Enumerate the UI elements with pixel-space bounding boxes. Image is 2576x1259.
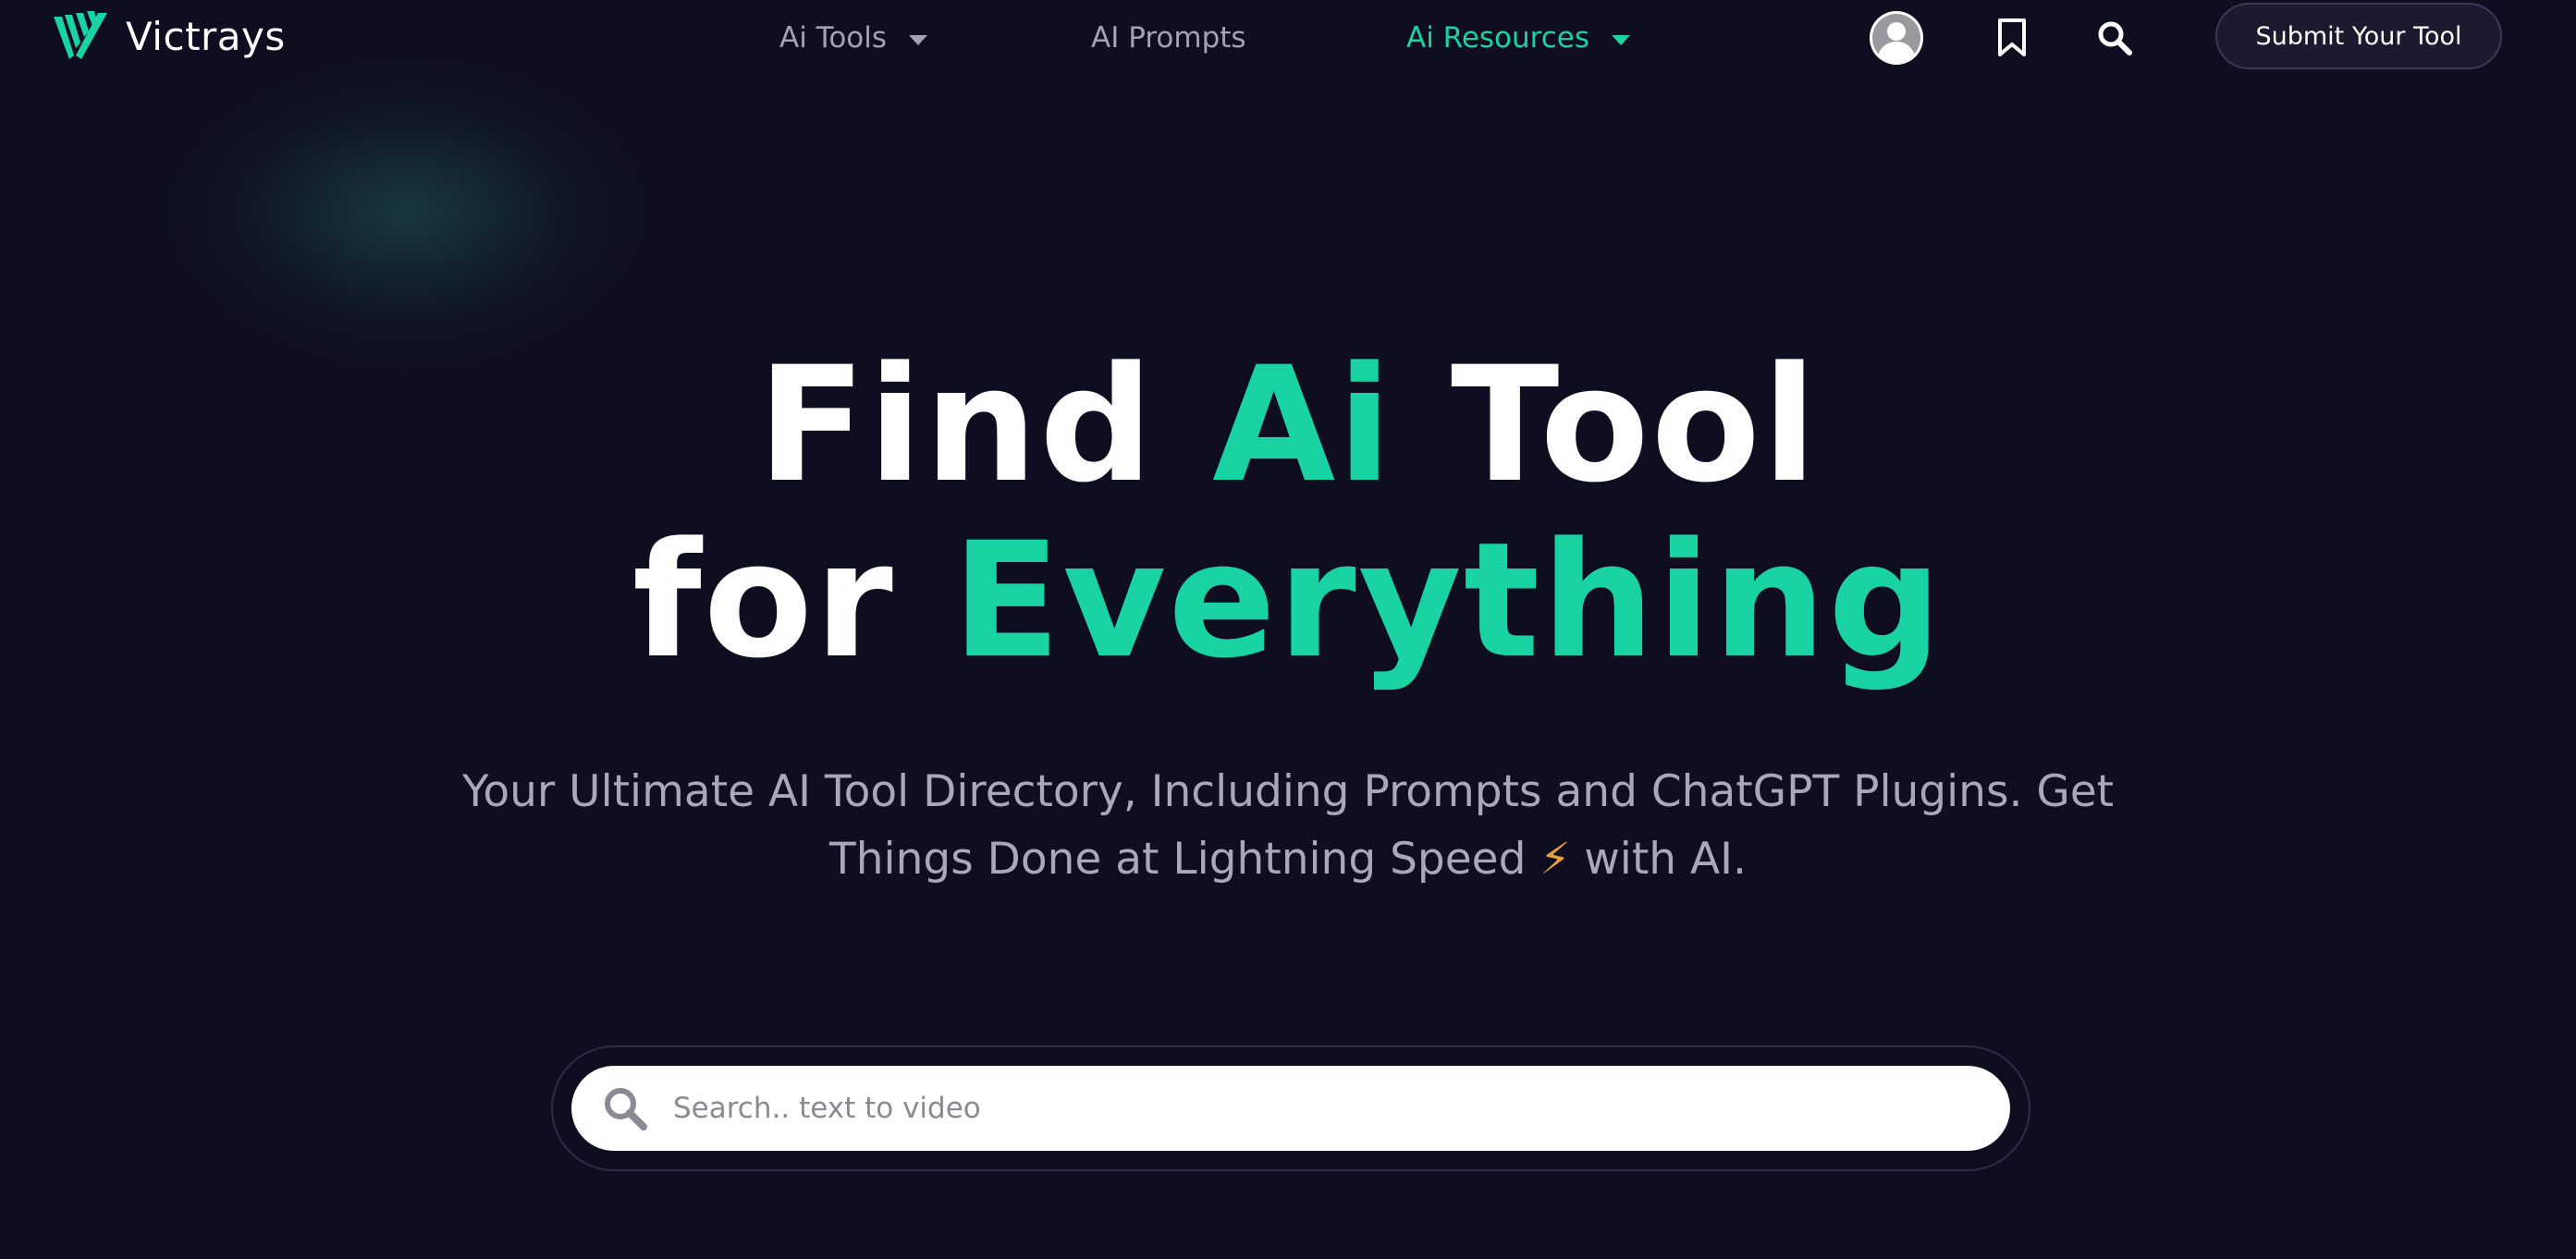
search-container xyxy=(551,1045,2030,1171)
nav-ai-tools[interactable]: Ai Tools xyxy=(779,18,928,57)
chevron-down-icon xyxy=(909,34,928,45)
user-account-button[interactable] xyxy=(1868,9,1925,67)
hero-title-line1: Find Ai Tool xyxy=(757,332,1819,518)
hero-title-accent: Ai xyxy=(1212,332,1394,518)
hero-title-text: for xyxy=(632,507,952,693)
hero-subtitle-text: with AI. xyxy=(1570,834,1747,885)
site-name: Victrays xyxy=(126,13,286,59)
submit-tool-button[interactable]: Submit Your Tool xyxy=(2215,3,2502,69)
top-navigation-bar: Victrays Ai Tools AI Prompts Ai Resource… xyxy=(0,0,2576,76)
nav-ai-resources-label: Ai Resources xyxy=(1406,21,1589,55)
hero-title-text: Tool xyxy=(1393,332,1819,518)
nav-ai-prompts[interactable]: AI Prompts xyxy=(1091,18,1246,57)
hero-title: Find Ai Tool for Everything xyxy=(0,337,2576,689)
search-icon xyxy=(599,1082,651,1134)
nav-ai-prompts-label: AI Prompts xyxy=(1091,21,1246,55)
site-logo[interactable]: Victrays xyxy=(54,11,286,61)
header-search-button[interactable] xyxy=(2086,9,2143,67)
nav-ai-tools-label: Ai Tools xyxy=(779,21,888,55)
lightning-icon: ⚡ xyxy=(1539,834,1571,885)
bookmarks-button[interactable] xyxy=(1983,9,2041,67)
nav-ai-resources[interactable]: Ai Resources xyxy=(1406,18,1630,57)
hero-subtitle-text: Your Ultimate AI Tool Directory, Includi… xyxy=(461,766,2115,885)
chevron-down-icon xyxy=(1612,34,1630,45)
hero-title-line2: for Everything xyxy=(632,507,1944,693)
hero-subtitle: Your Ultimate AI Tool Directory, Includi… xyxy=(435,758,2141,893)
hero-title-accent: Everything xyxy=(951,507,1944,693)
bookmark-icon xyxy=(1998,18,2026,56)
user-avatar-icon xyxy=(1870,11,1923,65)
search-input[interactable] xyxy=(671,1080,1969,1137)
search-icon xyxy=(2098,21,2132,55)
victrays-logo-icon xyxy=(54,11,107,59)
hero-title-text: Find xyxy=(757,332,1213,518)
search-bar[interactable] xyxy=(571,1066,2010,1151)
